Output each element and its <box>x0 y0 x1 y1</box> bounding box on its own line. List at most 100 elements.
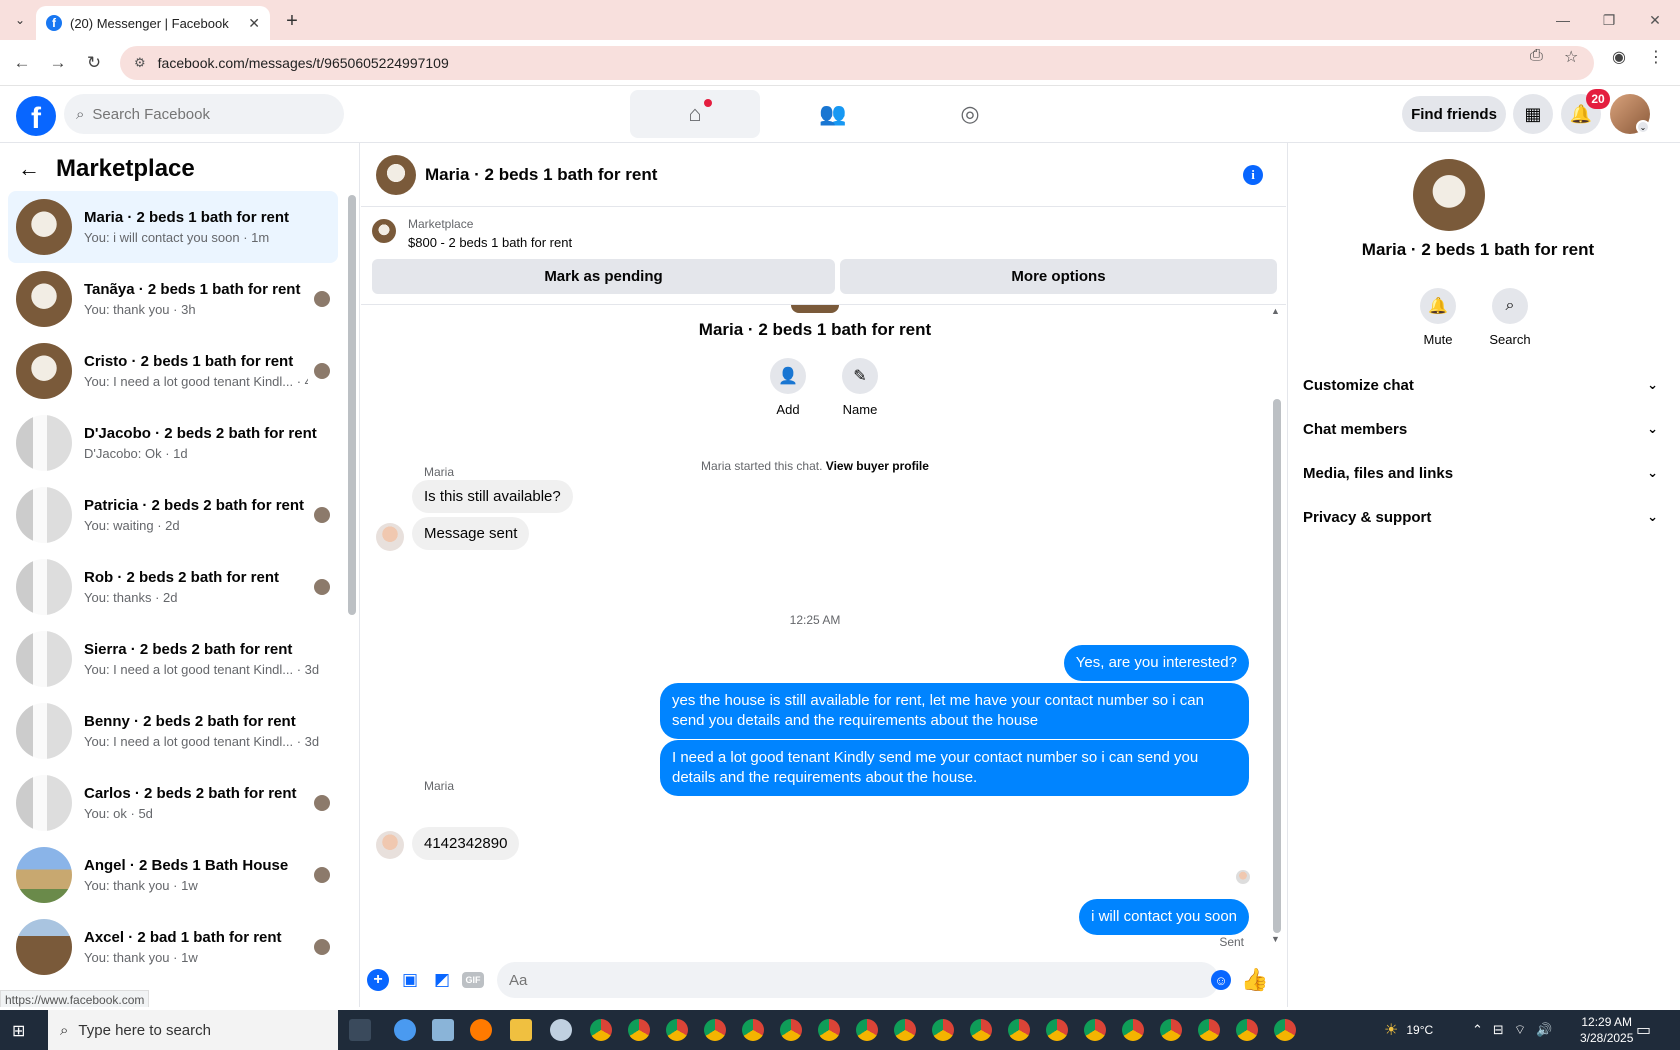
sender-avatar[interactable] <box>376 523 404 551</box>
chrome-window-icon[interactable] <box>1122 1019 1144 1041</box>
forward-icon[interactable]: → <box>46 51 70 75</box>
new-tab-icon[interactable]: + <box>280 9 304 33</box>
home-tab[interactable]: ⌂ <box>630 90 760 138</box>
chrome-window-icon[interactable] <box>704 1019 726 1041</box>
chrome-window-icon[interactable] <box>1160 1019 1182 1041</box>
chat-members-section[interactable]: Chat members ⌄ <box>1303 409 1658 449</box>
restore-icon[interactable]: ❐ <box>1594 8 1624 32</box>
chrome-window-icon[interactable] <box>818 1019 840 1041</box>
sticker-icon[interactable]: ◩ <box>431 969 453 991</box>
privacy-support-section[interactable]: Privacy & support ⌄ <box>1303 497 1658 537</box>
outgoing-message[interactable]: Yes, are you interested? <box>1063 645 1249 681</box>
system-clock[interactable]: 12:29 AM 3/28/2025 <box>1580 1014 1633 1046</box>
task-view-icon[interactable] <box>349 1019 371 1041</box>
profile-icon[interactable]: ◉ <box>1612 47 1626 67</box>
more-options-button[interactable]: More options <box>840 259 1277 294</box>
message-input[interactable] <box>509 971 1149 989</box>
network-icon[interactable]: ⊟ <box>1493 1022 1504 1038</box>
groups-tab[interactable]: ◎ <box>905 90 1035 138</box>
gif-icon[interactable]: GIF <box>462 972 484 988</box>
chrome-window-icon[interactable] <box>856 1019 878 1041</box>
chat-list-item[interactable]: Cristo · 2 beds 1 bath for rent You: I ne… <box>8 335 338 407</box>
facebook-search[interactable]: ⌕ <box>64 94 344 134</box>
close-window-icon[interactable]: ✕ <box>1640 8 1670 32</box>
reload-icon[interactable]: ↻ <box>82 51 106 75</box>
tab-search-icon[interactable]: ⌄ <box>8 8 32 32</box>
chrome-window-icon[interactable] <box>1236 1019 1258 1041</box>
chrome-window-icon[interactable] <box>780 1019 802 1041</box>
chrome-window-icon[interactable] <box>590 1019 612 1041</box>
volume-icon[interactable]: 🔊 <box>1536 1022 1552 1038</box>
mark-pending-button[interactable]: Mark as pending <box>372 259 835 294</box>
bookmark-star-icon[interactable]: ☆ <box>1564 47 1578 67</box>
friends-tab[interactable]: 👥 <box>768 90 898 138</box>
minimize-icon[interactable]: — <box>1548 8 1578 32</box>
edit-name-button[interactable]: ✎ Name <box>830 358 890 417</box>
weather-widget[interactable]: ☀ 19°C <box>1384 1010 1433 1050</box>
install-app-icon[interactable]: ⎙ <box>1530 47 1543 65</box>
listing-thumbnail[interactable] <box>372 219 396 243</box>
scroll-up-icon[interactable]: ▲ <box>1271 306 1280 316</box>
wifi-icon[interactable]: ⌔ <box>1514 1022 1526 1038</box>
chrome-window-icon[interactable] <box>666 1019 688 1041</box>
facebook-search-input[interactable] <box>92 105 313 123</box>
chat-list-item[interactable]: Maria · 2 beds 1 bath for rent You: i wil… <box>8 191 338 263</box>
chrome-window-icon[interactable] <box>932 1019 954 1041</box>
listing-title[interactable]: $800 - 2 beds 1 bath for rent <box>408 235 572 250</box>
scroll-down-icon[interactable]: ▼ <box>1271 934 1280 944</box>
incoming-message[interactable]: Message sent <box>412 517 530 550</box>
back-arrow-icon[interactable]: ← <box>18 156 40 182</box>
chat-list-item[interactable]: Rob · 2 beds 2 bath for rent You: thanks … <box>8 551 338 623</box>
chat-list-item[interactable]: D'Jacobo · 2 beds 2 bath for rent D'Jacob… <box>8 407 338 479</box>
emoji-icon[interactable]: ☺ <box>1211 970 1231 990</box>
chat-list-item[interactable]: Benny · 2 beds 2 bath for rent You: I nee… <box>8 695 338 767</box>
chat-list-item[interactable]: Sierra · 2 beds 2 bath for rent You: I ne… <box>8 623 338 695</box>
message-input-box[interactable] <box>497 962 1219 998</box>
paint-icon[interactable] <box>550 1019 572 1041</box>
omnibox[interactable]: ⚙ facebook.com/messages/t/96506052249971… <box>120 46 1594 80</box>
panel-avatar[interactable] <box>1413 159 1485 231</box>
notification-center-icon[interactable]: ▭ <box>1636 1010 1651 1050</box>
sender-avatar[interactable] <box>376 831 404 859</box>
menu-kebab-icon[interactable]: ⋮ <box>1648 47 1664 67</box>
chrome-window-icon[interactable] <box>628 1019 650 1041</box>
incoming-message[interactable]: Is this still available? <box>412 480 573 513</box>
conversation-scrollbar[interactable] <box>1273 399 1281 933</box>
search-in-chat-button[interactable]: ⌕ Search <box>1480 288 1540 347</box>
close-tab-icon[interactable]: ✕ <box>248 15 260 32</box>
chrome-window-icon[interactable] <box>1274 1019 1296 1041</box>
account-chevron-icon[interactable]: ⌄ <box>1636 120 1650 134</box>
chrome-window-icon[interactable] <box>1046 1019 1068 1041</box>
chat-list-item[interactable]: Angel · 2 Beds 1 Bath House You: thank yo… <box>8 839 338 911</box>
file-explorer-icon[interactable] <box>510 1019 532 1041</box>
chrome-window-icon[interactable] <box>894 1019 916 1041</box>
sidebar-scrollbar[interactable] <box>348 195 356 615</box>
photo-icon[interactable]: ▣ <box>399 969 421 991</box>
add-people-button[interactable]: 👤 Add <box>758 358 818 417</box>
windows-start-icon[interactable]: ⊞ <box>12 1021 30 1040</box>
view-buyer-profile-link[interactable]: View buyer profile <box>826 459 929 473</box>
customize-chat-section[interactable]: Customize chat ⌄ <box>1303 365 1658 405</box>
back-icon[interactable]: ← <box>10 51 34 75</box>
chrome-window-icon[interactable] <box>742 1019 764 1041</box>
chrome-window-icon[interactable] <box>1008 1019 1030 1041</box>
menu-grid-icon[interactable]: ▦ <box>1513 94 1553 134</box>
chrome-window-icon[interactable] <box>970 1019 992 1041</box>
browser-tab[interactable]: f (20) Messenger | Facebook ✕ <box>36 6 270 40</box>
chat-list-item[interactable]: Carlos · 2 beds 2 bath for rent You: ok ·… <box>8 767 338 839</box>
copilot-icon[interactable] <box>394 1019 416 1041</box>
chrome-window-icon[interactable] <box>1198 1019 1220 1041</box>
outgoing-message[interactable]: I need a lot good tenant Kindly send me … <box>660 740 1249 796</box>
site-info-icon[interactable]: ⚙ <box>134 55 146 71</box>
facebook-logo-icon[interactable]: f <box>16 96 56 136</box>
notepad-icon[interactable] <box>432 1019 454 1041</box>
chrome-window-icon[interactable] <box>1084 1019 1106 1041</box>
find-friends-button[interactable]: Find friends <box>1402 96 1506 132</box>
plus-icon[interactable]: + <box>367 969 389 991</box>
tray-chevron-icon[interactable]: ⌃ <box>1472 1022 1483 1038</box>
outgoing-message[interactable]: yes the house is still available for ren… <box>660 683 1249 739</box>
info-icon[interactable]: i <box>1243 165 1263 185</box>
conversation-title[interactable]: Maria · 2 beds 1 bath for rent <box>425 165 657 185</box>
chat-list-item[interactable]: Axcel · 2 bad 1 bath for rent You: thank … <box>8 911 338 983</box>
thumbs-up-icon[interactable]: 👍 <box>1241 967 1268 993</box>
